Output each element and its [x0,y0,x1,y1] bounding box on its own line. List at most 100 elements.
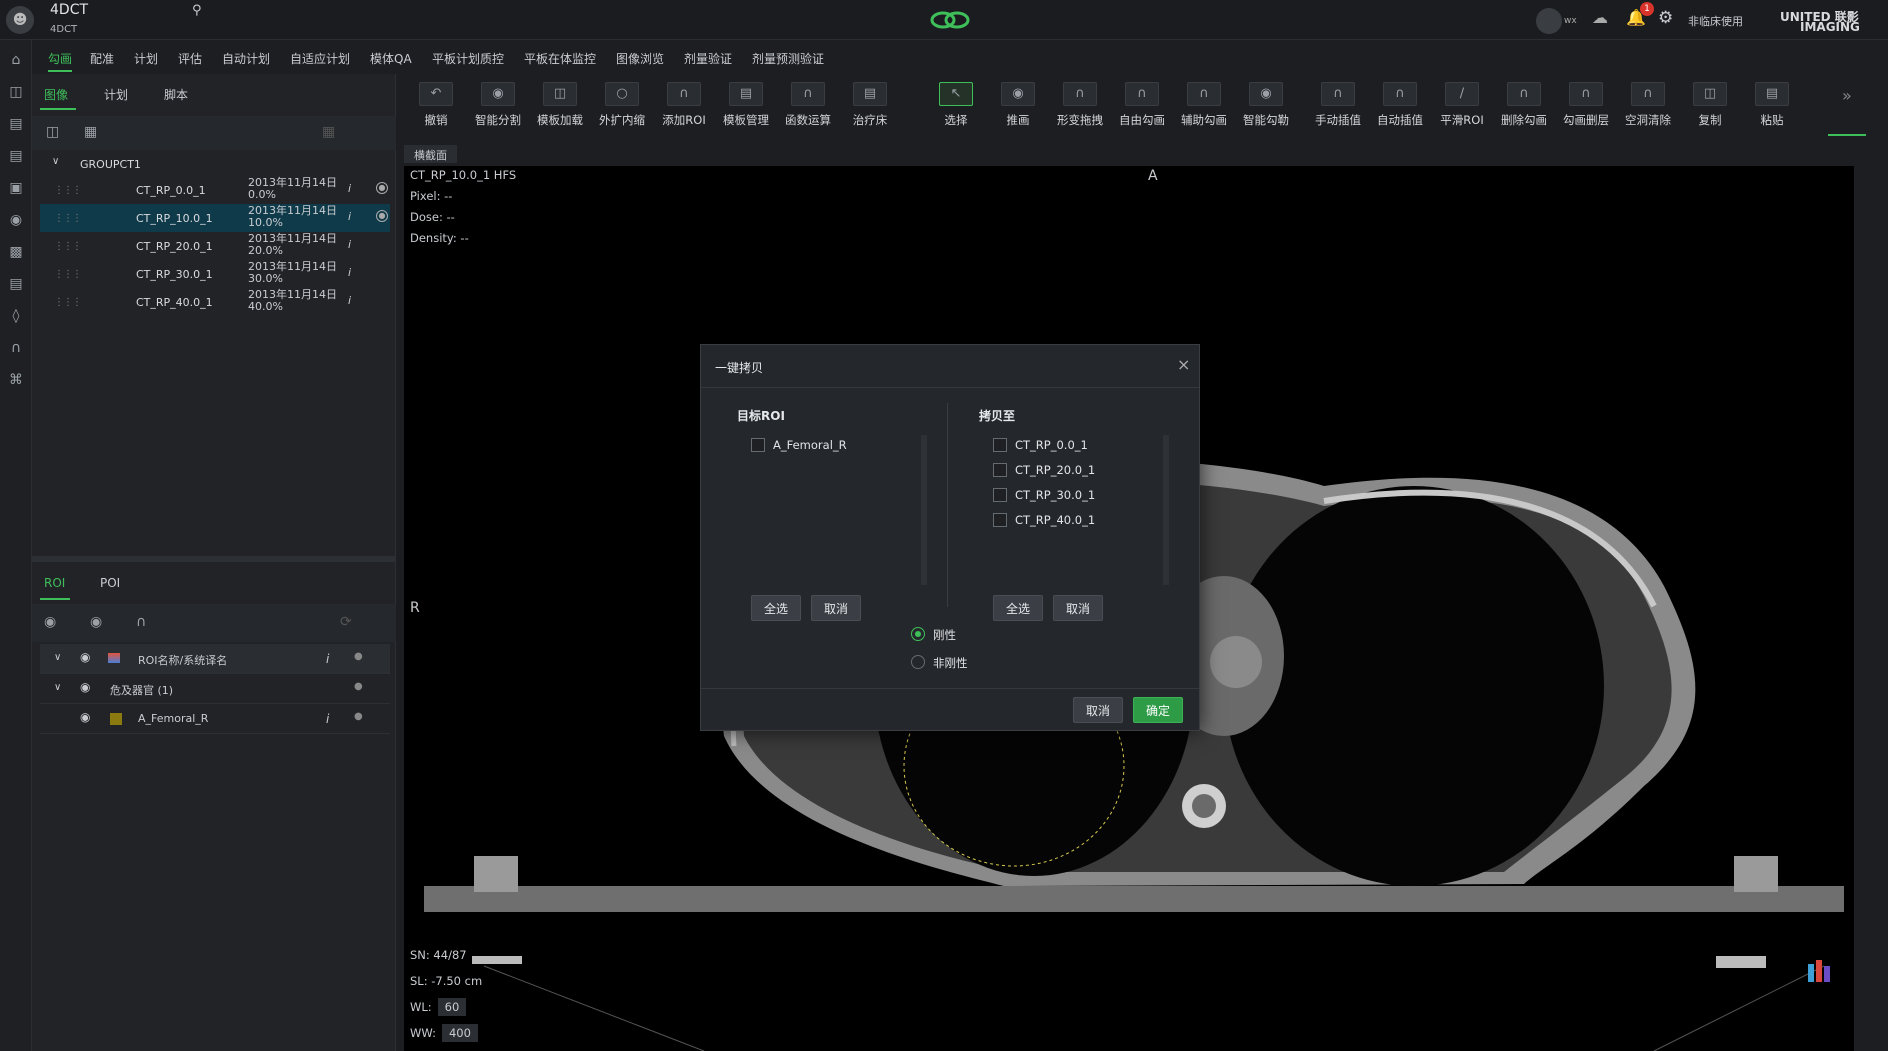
lock-icon[interactable]: ● [354,681,363,692]
lock-icon[interactable]: ● [354,711,363,722]
roi-search-icon[interactable]: ◉ [90,614,102,630]
left-list-scrollbar[interactable] [921,435,927,585]
info-icon[interactable]: i [348,182,351,195]
tool-smart-outline[interactable]: ◉ 智能勾勒 [1236,78,1296,136]
eye-icon[interactable]: ◉ [80,710,90,724]
roi-checkbox[interactable] [751,438,765,452]
lock-icon[interactable]: ● [376,210,388,222]
more-icon[interactable]: » [1842,86,1852,105]
view-tab-transverse[interactable]: 横截面 [404,145,457,163]
lock-icon[interactable]: ● [354,651,363,662]
info-icon[interactable]: i [326,712,329,726]
tool-couch[interactable]: ▤ 治疗床 [840,78,900,136]
grip-icon[interactable]: ⋮⋮⋮ [54,241,82,252]
import-icon[interactable]: ◫ [46,124,59,140]
tool-delete-layer[interactable]: ∩ 勾画删层 [1556,78,1616,136]
tool-manual-interp[interactable]: ∩ 手动插值 [1308,78,1368,136]
tool-template-load[interactable]: ◫ 模板加载 [530,78,590,136]
target-checkbox-3[interactable] [993,513,1007,527]
tab-roi[interactable]: ROI [44,576,65,590]
eye-icon[interactable]: ◉ [80,650,90,664]
menu-dose-predict[interactable]: 剂量预测验证 [752,50,824,67]
avatar[interactable]: ☻ [6,6,34,34]
info-icon[interactable]: i [326,652,329,666]
chart-icon[interactable]: ▩ [6,242,26,262]
report-icon[interactable]: ▤ [6,146,26,166]
chevron-down-icon[interactable]: ∨ [54,682,61,693]
orientation-cube-icon[interactable] [1804,956,1834,986]
tool-add-roi[interactable]: ∩ 添加ROI [654,78,714,136]
menu-adaptive-plan[interactable]: 自适应计划 [290,50,350,67]
series-row-4[interactable]: ⋮⋮⋮ CT_RP_40.0_1 2013年11月14日 40.0% i [40,288,390,316]
menu-phantom-qa[interactable]: 模体QA [370,50,412,67]
tool-undo[interactable]: ↶ 撤销 [406,78,466,136]
image-icon[interactable]: ▣ [6,178,26,198]
cloud-icon[interactable]: ☁ [1592,8,1608,27]
grid-icon[interactable]: ▦ [84,124,97,140]
info-icon[interactable]: i [348,238,351,251]
right-list-scrollbar[interactable] [1163,435,1169,585]
grip-icon[interactable]: ⋮⋮⋮ [54,213,82,224]
search-icon[interactable]: ⚲ [192,3,202,18]
tool-expand-shrink[interactable]: ○ 外扩内缩 [592,78,652,136]
target-checkbox-2[interactable] [993,488,1007,502]
tool-delete-contour[interactable]: ∩ 删除勾画 [1494,78,1554,136]
close-icon[interactable]: × [1177,355,1190,374]
tool-smooth-roi[interactable]: ∕ 平滑ROI [1432,78,1492,136]
select-all-left-button[interactable]: 全选 [751,595,801,621]
menu-dose-verify[interactable]: 剂量验证 [684,50,732,67]
eye-icon[interactable]: ◉ [80,680,90,694]
dialog-cancel-button[interactable]: 取消 [1073,697,1123,723]
tab-image[interactable]: 图像 [44,86,68,103]
series-row-3[interactable]: ⋮⋮⋮ CT_RP_30.0_1 2013年11月14日 30.0% i [40,260,390,288]
info-icon[interactable]: i [348,210,351,223]
target-checkbox-0[interactable] [993,438,1007,452]
series-row-1[interactable]: ⋮⋮⋮ CT_RP_10.0_1 2013年11月14日 10.0% i ● [40,204,390,232]
roi-group-row[interactable]: ∨ ◉ 危及器官 (1) ● [40,674,390,704]
menu-image-browse[interactable]: 图像浏览 [616,50,664,67]
dialog-ok-button[interactable]: 确定 [1133,697,1183,723]
tool-smart-seg[interactable]: ◉ 智能分割 [468,78,528,136]
gear-icon[interactable]: ⚙ [1658,8,1673,28]
cancel-right-button[interactable]: 取消 [1053,595,1103,621]
lock-icon[interactable]: ● [376,182,388,194]
roi-color-swatch[interactable] [110,713,122,725]
gantry-icon[interactable]: ∩ [6,338,26,358]
rigid-radio[interactable] [911,627,925,641]
tool-paste[interactable]: ▤ 粘贴 [1742,78,1802,136]
tool-deform-drag[interactable]: ∩ 形变拖拽 [1050,78,1110,136]
tool-push[interactable]: ◉ 推画 [988,78,1048,136]
brain-icon[interactable]: ◉ [6,210,26,230]
tool-copy[interactable]: ◫ 复制 [1680,78,1740,136]
menu-epid-plan-qc[interactable]: 平板计划质控 [432,50,504,67]
wl-value[interactable]: 60 [437,998,467,1016]
shield-icon[interactable]: ◊ [6,306,26,326]
menu-evaluate[interactable]: 评估 [178,50,202,67]
menu-contour[interactable]: 勾画 [48,50,73,72]
settings-icon[interactable]: ▦ [322,124,335,140]
document-icon[interactable]: ▤ [6,274,26,294]
grip-icon[interactable]: ⋮⋮⋮ [54,297,82,308]
tool-assist-draw[interactable]: ∩ 辅助勾画 [1174,78,1234,136]
info-icon[interactable]: i [348,294,351,307]
grip-icon[interactable]: ⋮⋮⋮ [54,269,82,280]
series-row-2[interactable]: ⋮⋮⋮ CT_RP_20.0_1 2013年11月14日 20.0% i [40,232,390,260]
tab-script[interactable]: 脚本 [164,86,188,103]
chevron-down-icon[interactable]: ∨ [54,652,61,663]
clipboard-icon[interactable]: ▤ [6,114,26,134]
user-avatar[interactable] [1536,8,1562,34]
roi-add-icon[interactable]: ◉ [44,614,56,630]
refresh-icon[interactable]: ⟳ [340,614,352,630]
home-icon[interactable]: ⌂ [6,50,26,70]
viewer-scrollbar[interactable] [1856,166,1868,1051]
tab-poi[interactable]: POI [100,576,120,590]
tab-plan[interactable]: 计划 [104,86,128,103]
select-all-right-button[interactable]: 全选 [993,595,1043,621]
grip-icon[interactable]: ⋮⋮⋮ [54,185,82,196]
menu-plan[interactable]: 计划 [134,50,158,67]
apps-icon[interactable]: ⌘ [6,370,26,390]
tool-select[interactable]: ↖ 选择 [926,78,986,136]
tool-function-calc[interactable]: ∩ 函数运算 [778,78,838,136]
target-checkbox-1[interactable] [993,463,1007,477]
nonrigid-radio[interactable] [911,655,925,669]
